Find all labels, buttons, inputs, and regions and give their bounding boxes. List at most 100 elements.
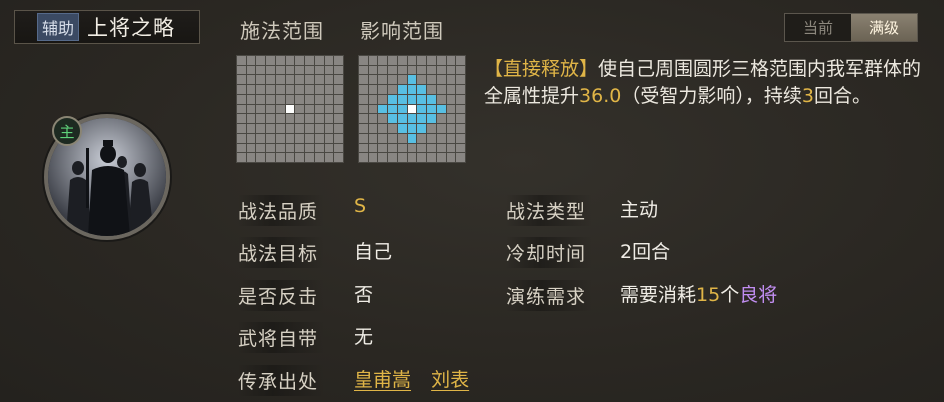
- grid-cell: [359, 94, 368, 104]
- grid-cell: [446, 56, 456, 65]
- grid-cell: [305, 153, 314, 162]
- grid-cell: [246, 124, 256, 133]
- grid-cell: [388, 104, 397, 114]
- grid-cell: [314, 114, 324, 124]
- grid-cell: [378, 153, 388, 162]
- grid-cell: [417, 124, 427, 133]
- grid-cell: [314, 65, 324, 75]
- grid-cell: [246, 114, 256, 124]
- grid-cell: [446, 153, 456, 162]
- grid-cell: [368, 143, 378, 153]
- grid-cell: [246, 143, 256, 153]
- grid-cell: [295, 104, 305, 114]
- grid-cell: [378, 65, 388, 75]
- grid-cell: [446, 143, 456, 153]
- source-general-link[interactable]: 刘表: [431, 369, 469, 391]
- grid-cell: [334, 94, 343, 104]
- grid-cell: [334, 114, 343, 124]
- cooldown-value: 2回合: [620, 241, 671, 263]
- grid-cell: [334, 104, 343, 114]
- grid-cell: [314, 124, 324, 133]
- grid-cell: [266, 133, 275, 143]
- grid-cell: [456, 85, 465, 94]
- grid-cell: [368, 94, 378, 104]
- grid-cell: [456, 75, 465, 85]
- grid-cell: [436, 104, 446, 114]
- level-toggle: 当前 满级: [784, 13, 918, 42]
- grid-cell: [305, 75, 314, 85]
- current-level-tab[interactable]: 当前: [785, 14, 851, 41]
- grid-cell: [334, 124, 343, 133]
- grid-cell: [266, 143, 275, 153]
- grid-cell: [427, 56, 436, 65]
- grid-cell: [266, 94, 275, 104]
- grid-cell: [256, 94, 266, 104]
- grid-cell: [446, 65, 456, 75]
- grid-cell: [256, 153, 266, 162]
- grid-cell: [285, 75, 295, 85]
- grid-cell: [237, 153, 246, 162]
- grid-cell: [436, 85, 446, 94]
- main-badge: 主: [52, 116, 82, 146]
- grid-cell: [407, 143, 417, 153]
- grid-cell: [378, 124, 388, 133]
- grid-cell: [417, 104, 427, 114]
- grid-cell: [368, 104, 378, 114]
- grid-cell: [456, 56, 465, 65]
- grid-cell: [285, 56, 295, 65]
- grid-cell: [275, 56, 285, 65]
- grid-cell: [266, 153, 275, 162]
- grid-cell: [378, 85, 388, 94]
- skill-description: 【直接释放】使自己周围圆形三格范围内我军群体的全属性提升36.0（受智力影响），…: [484, 56, 936, 110]
- grid-cell: [417, 56, 427, 65]
- grid-cell: [407, 114, 417, 124]
- grid-cell: [378, 114, 388, 124]
- grid-cell: [436, 124, 446, 133]
- grid-cell: [456, 133, 465, 143]
- counter-value: 否: [354, 284, 374, 306]
- grid-cell: [368, 85, 378, 94]
- grid-cell: [436, 65, 446, 75]
- innate-value: 无: [354, 326, 374, 348]
- grid-cell: [388, 143, 397, 153]
- grid-cell: [397, 124, 407, 133]
- grid-cell: [305, 65, 314, 75]
- grid-cell: [388, 85, 397, 94]
- grid-cell: [324, 104, 334, 114]
- grid-cell: [388, 114, 397, 124]
- source-general-link[interactable]: 皇甫嵩: [354, 369, 411, 391]
- grid-cell: [314, 75, 324, 85]
- grid-cell: [436, 143, 446, 153]
- grid-cell: [285, 124, 295, 133]
- effect-range-label: 影响范围: [360, 19, 444, 43]
- grid-cell: [275, 75, 285, 85]
- target-value: 自己: [354, 241, 393, 263]
- grid-cell: [427, 124, 436, 133]
- grid-cell: [237, 133, 246, 143]
- cooldown-label: 冷却时间: [506, 237, 593, 268]
- grid-cell: [314, 133, 324, 143]
- grid-cell: [266, 114, 275, 124]
- grid-cell: [295, 143, 305, 153]
- grid-cell: [417, 133, 427, 143]
- grid-cell: [295, 56, 305, 65]
- grid-cell: [427, 133, 436, 143]
- grid-cell: [285, 104, 295, 114]
- grid-cell: [446, 85, 456, 94]
- grid-cell: [407, 75, 417, 85]
- grid-cell: [246, 94, 256, 104]
- grid-cell: [275, 104, 285, 114]
- grid-cell: [246, 153, 256, 162]
- grid-cell: [359, 65, 368, 75]
- grid-cell: [417, 143, 427, 153]
- grid-cell: [305, 133, 314, 143]
- max-level-tab[interactable]: 满级: [851, 14, 917, 41]
- grid-cell: [436, 114, 446, 124]
- grid-cell: [368, 114, 378, 124]
- grid-cell: [417, 75, 427, 85]
- training-item: 良将: [739, 284, 778, 306]
- grid-cell: [407, 133, 417, 143]
- grid-cell: [324, 94, 334, 104]
- grid-cell: [266, 104, 275, 114]
- grid-cell: [246, 85, 256, 94]
